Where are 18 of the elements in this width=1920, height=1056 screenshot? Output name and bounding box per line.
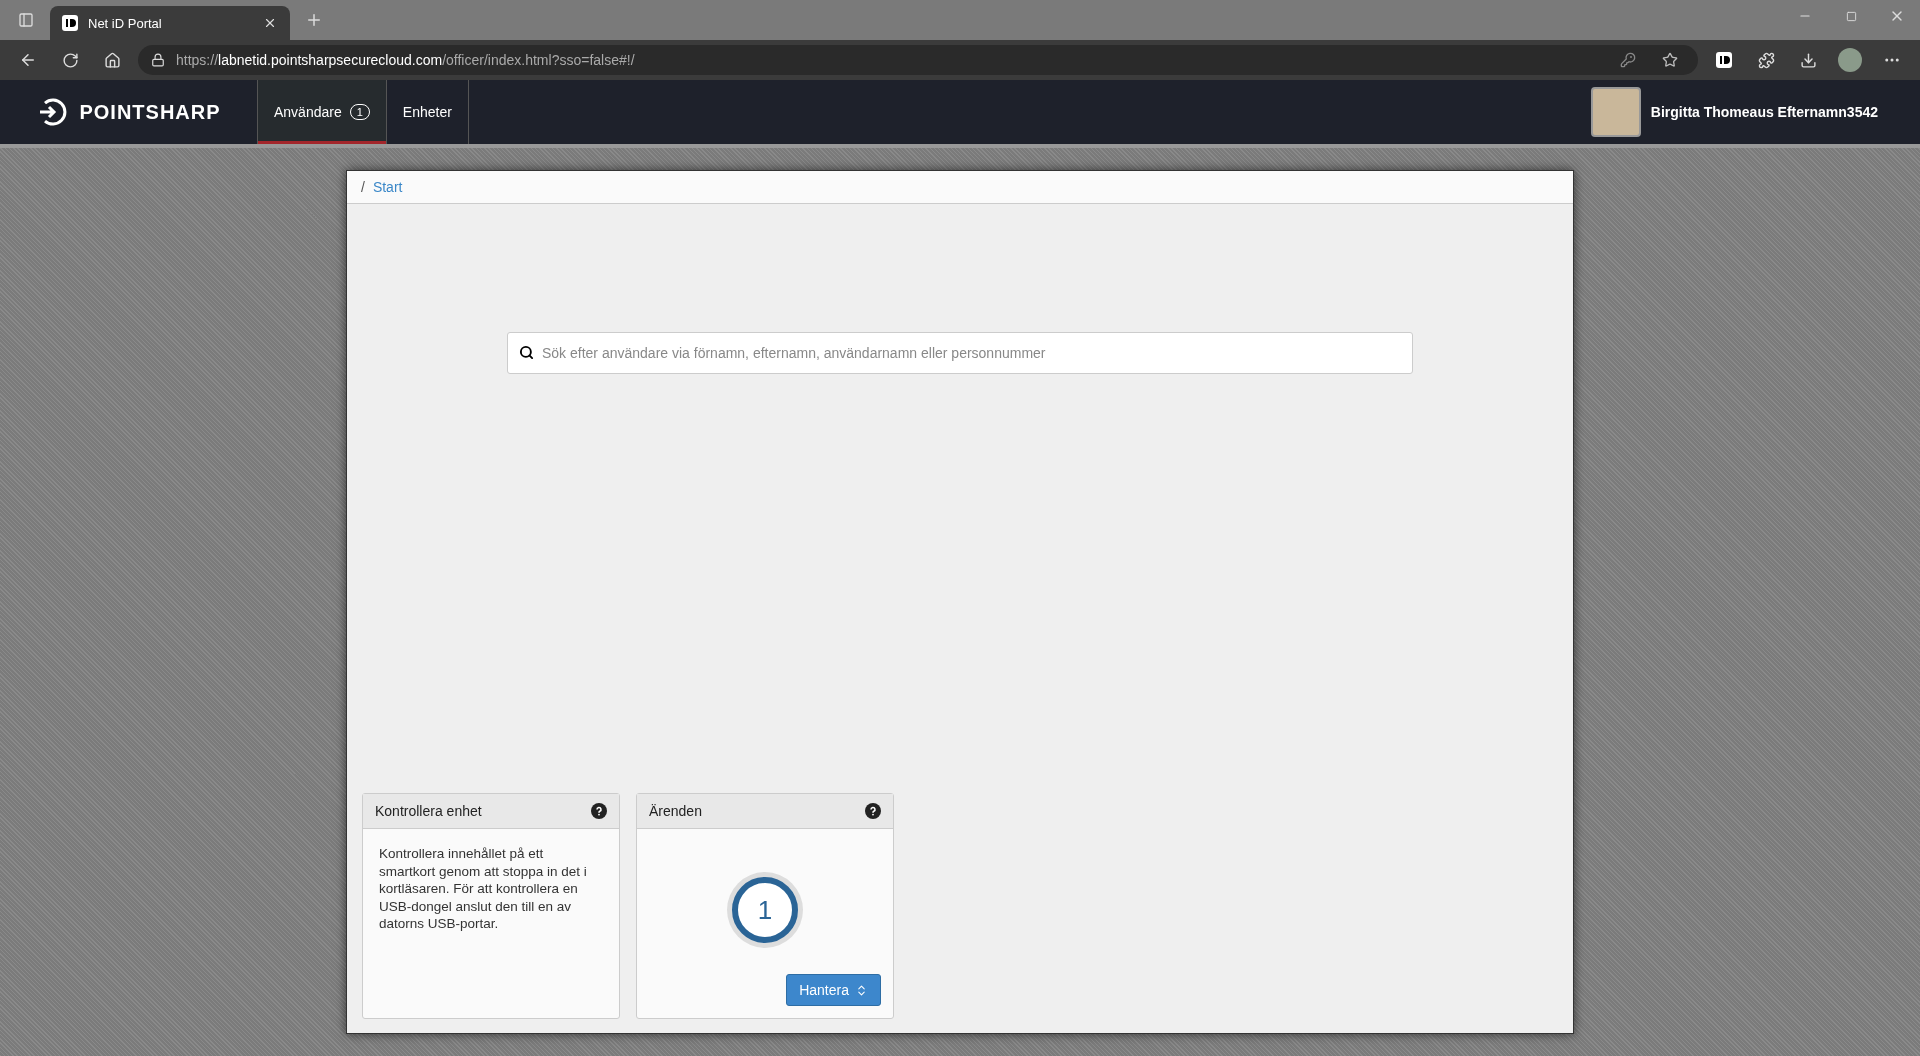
tab-title: Net iD Portal <box>88 15 163 31</box>
breadcrumb-link[interactable]: Start <box>372 179 403 195</box>
panel-title: Kontrollera enhet <box>375 803 482 819</box>
help-icon[interactable] <box>865 803 881 819</box>
sort-icon <box>855 983 868 997</box>
manage-button[interactable]: Hantera <box>786 974 881 1006</box>
favicon-icon <box>62 15 78 31</box>
panel-text: Kontrollera innehållet på ett smartkort genom att stoppa in det i kortläsaren. För att kontrollera en USB-dongel anslut den till en av datorns USB-portar. <box>378 845 588 934</box>
search-field[interactable]: Sök efter användare via förnamn, efternamn, användarnamn eller personnummer <box>507 332 1413 374</box>
nav-tab[interactable]: Enheter <box>385 80 469 144</box>
browser-tab[interactable]: Net iD Portal <box>50 6 290 40</box>
photo-placeholder <box>1590 87 1641 137</box>
panel-title: Ärenden <box>649 803 702 819</box>
logo-text: POINTSHARP <box>79 100 221 124</box>
breadcrumb-separator: / <box>361 179 365 195</box>
user-name: Birgitta Thomeaus Efternamn3542 <box>1650 104 1878 120</box>
nav-tab[interactable]: Användare 1 <box>257 80 387 144</box>
help-icon[interactable] <box>591 803 607 819</box>
